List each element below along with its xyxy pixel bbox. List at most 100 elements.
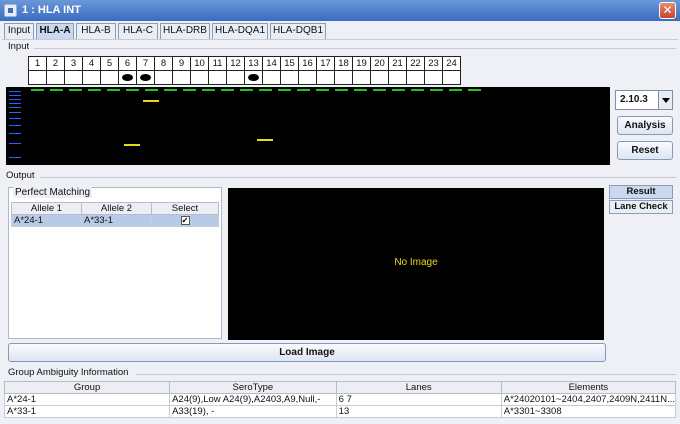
- lane-mark-cell[interactable]: [190, 70, 209, 85]
- lane-number: 5: [100, 56, 119, 71]
- analysis-button[interactable]: Analysis: [617, 116, 673, 135]
- title-bar: 1 : HLA INT ✕: [0, 0, 680, 21]
- no-image-label: No Image: [394, 257, 438, 268]
- column-header[interactable]: Lanes: [335, 381, 502, 394]
- ladder-band: [9, 118, 21, 119]
- column-header[interactable]: Select: [151, 202, 219, 215]
- lane-mark-cell[interactable]: [154, 70, 173, 85]
- select-checkbox[interactable]: ✔: [180, 216, 190, 225]
- tab-hla-c[interactable]: HLA-C: [118, 23, 158, 39]
- ladder-band: [9, 99, 21, 100]
- tab-lane-check[interactable]: Lane Check: [609, 200, 673, 214]
- lane-mark-cell[interactable]: [46, 70, 65, 85]
- lane-mark-cell[interactable]: [136, 70, 155, 85]
- lane-mark-cell[interactable]: [226, 70, 245, 85]
- lane-mark-cell[interactable]: [28, 70, 47, 85]
- lane-mark-cell[interactable]: [82, 70, 101, 85]
- perfect-matching-title: Perfect Matching: [13, 187, 93, 198]
- load-image-button[interactable]: Load Image: [8, 343, 606, 362]
- group-cell: A*24-1: [3, 393, 171, 406]
- lane-number: 10: [190, 56, 209, 71]
- lane-number: 6: [118, 56, 137, 71]
- elements-cell: A*24020101~2404,2407,2409N,2411N...: [500, 393, 677, 406]
- ladder-band: [9, 112, 21, 113]
- lane-mark-cell[interactable]: [100, 70, 119, 85]
- lane-mark-cell[interactable]: [334, 70, 353, 85]
- group-cell: A*33-1: [3, 405, 171, 418]
- lane-number: 1: [28, 56, 47, 71]
- ladder-band: [9, 91, 21, 92]
- tab-hla-b[interactable]: HLA-B: [76, 23, 116, 39]
- lane-mark-cell[interactable]: [244, 70, 263, 85]
- lane-number: 13: [244, 56, 263, 71]
- lane-mark-cell[interactable]: [262, 70, 281, 85]
- lane-mark-cell[interactable]: [388, 70, 407, 85]
- tab-hla-drb[interactable]: HLA-DRB: [160, 23, 210, 39]
- tab-input[interactable]: Input: [4, 23, 34, 39]
- column-header[interactable]: Allele 2: [81, 202, 152, 215]
- lane-number: 17: [316, 56, 335, 71]
- lane-number: 23: [424, 56, 443, 71]
- lane-mark-cell[interactable]: [298, 70, 317, 85]
- table-row[interactable]: A*24-1 A*33-1 ✔: [11, 214, 219, 227]
- tab-divider: [2, 39, 678, 40]
- control-band: [354, 89, 367, 91]
- control-band: [392, 89, 405, 91]
- ladder-band: [9, 133, 21, 134]
- lane-mark-cell[interactable]: [64, 70, 83, 85]
- control-band: [468, 89, 481, 91]
- table-row[interactable]: A*33-1 A33(19), - 13 A*3301~3308: [3, 405, 677, 418]
- control-band: [145, 89, 158, 91]
- lane-number: 16: [298, 56, 317, 71]
- lane-mark-cell[interactable]: [424, 70, 443, 85]
- lane-mark-cell[interactable]: [370, 70, 389, 85]
- lane-number: 19: [352, 56, 371, 71]
- sample-band: [257, 139, 273, 141]
- column-header[interactable]: SeroType: [169, 381, 337, 394]
- control-band: [240, 89, 253, 91]
- control-band: [126, 89, 139, 91]
- lane-number: 8: [154, 56, 173, 71]
- column-header[interactable]: Allele 1: [11, 202, 82, 215]
- lane-mark-cell[interactable]: [172, 70, 191, 85]
- perfect-matching-panel: Perfect Matching Allele 1 Allele 2 Selec…: [8, 187, 222, 339]
- ladder-band: [9, 95, 21, 96]
- column-header[interactable]: Elements: [500, 381, 677, 394]
- chevron-down-icon[interactable]: [658, 91, 672, 109]
- ladder-band: [9, 107, 21, 108]
- control-band: [221, 89, 234, 91]
- control-band: [183, 89, 196, 91]
- lane-number: 9: [172, 56, 191, 71]
- lane-number: 12: [226, 56, 245, 71]
- close-button[interactable]: ✕: [659, 2, 676, 19]
- lane-number: 2: [46, 56, 65, 71]
- tab-hla-dqa1[interactable]: HLA-DQA1: [212, 23, 268, 39]
- tab-hla-dqb1[interactable]: HLA-DQB1: [270, 23, 326, 39]
- column-header[interactable]: Group: [3, 381, 171, 394]
- reset-button[interactable]: Reset: [617, 141, 673, 160]
- control-band: [259, 89, 272, 91]
- lane-mark-cell[interactable]: [280, 70, 299, 85]
- lane-mark-cell[interactable]: [406, 70, 425, 85]
- lane-mark-cell[interactable]: [118, 70, 137, 85]
- lane-mark-cell[interactable]: [442, 70, 461, 85]
- lane-mark-cell[interactable]: [316, 70, 335, 85]
- lane-number: 18: [334, 56, 353, 71]
- group-ambiguity-table: Group SeroType Lanes Elements A*24-1 A24…: [3, 381, 677, 418]
- control-band: [373, 89, 386, 91]
- sample-band: [143, 100, 159, 102]
- lanes-cell: 6 7: [335, 393, 502, 406]
- ladder-band: [9, 143, 21, 144]
- tab-result[interactable]: Result: [609, 185, 673, 199]
- version-value: 2.10.3: [620, 94, 648, 105]
- lane-number: 20: [370, 56, 389, 71]
- control-band: [88, 89, 101, 91]
- tab-hla-a[interactable]: HLA-A: [36, 23, 74, 39]
- lane-mark-cell[interactable]: [208, 70, 227, 85]
- lane-number: 21: [388, 56, 407, 71]
- input-divider: [34, 48, 676, 49]
- table-row[interactable]: A*24-1 A24(9),Low A24(9),A2403,A9,Null,-…: [3, 393, 677, 406]
- version-select[interactable]: 2.10.3: [615, 90, 673, 110]
- serotype-cell: A33(19), -: [169, 405, 337, 418]
- lane-mark-cell[interactable]: [352, 70, 371, 85]
